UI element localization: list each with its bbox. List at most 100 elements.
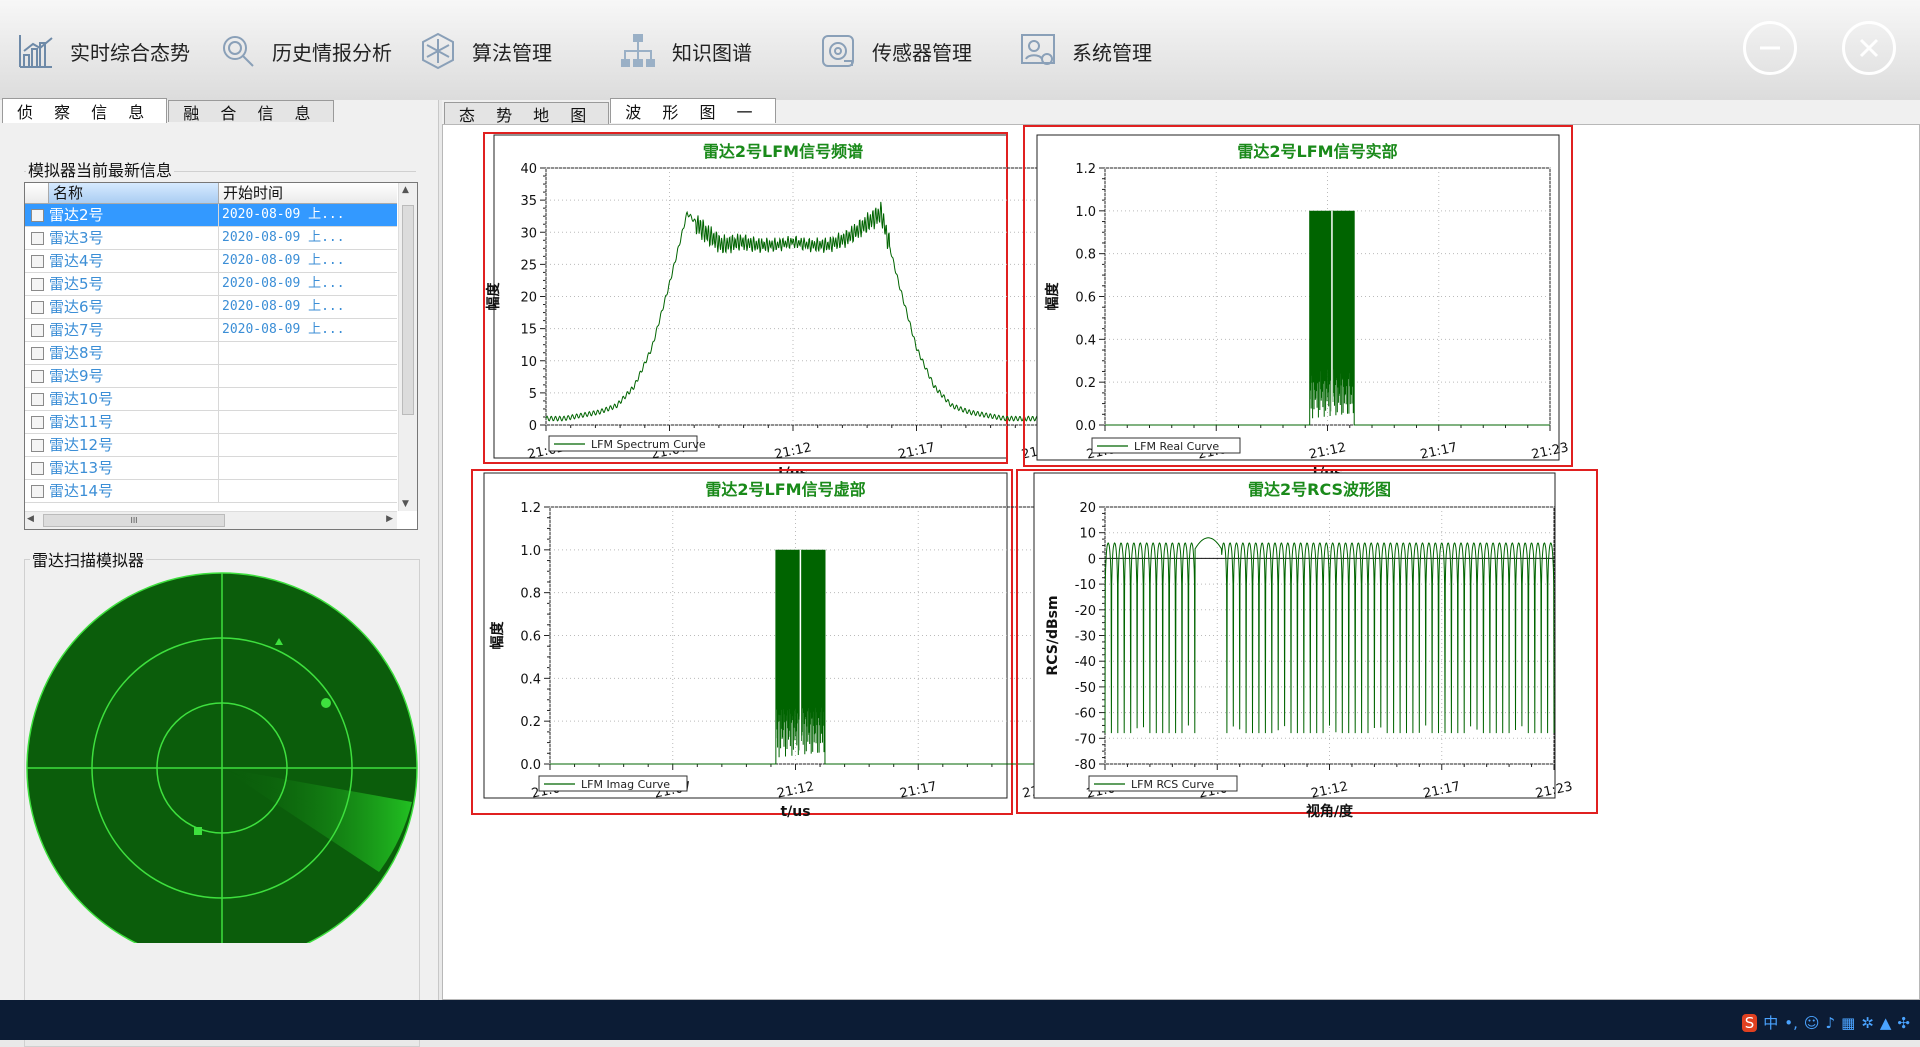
tab-fusion-info[interactable]: 融 合 信 息 [168, 100, 334, 123]
y-tick-label: 40 [520, 162, 537, 177]
y-axis-label: 幅度 [489, 621, 506, 650]
close-circle-icon [1859, 38, 1879, 58]
table-row[interactable]: 雷达4号 2020-08-09 上... [25, 250, 397, 273]
toolbar-realtime-situation[interactable]: 实时综合态势 [14, 26, 190, 76]
row-checkbox[interactable] [25, 388, 49, 410]
row-name: 雷达13号 [49, 457, 219, 479]
y-tick-label: 20 [1079, 501, 1096, 516]
chart-title: 雷达2号LFM信号实部 [1237, 142, 1397, 161]
scroll-left-arrow-icon[interactable]: ◀ [27, 514, 34, 524]
row-checkbox[interactable] [25, 273, 49, 295]
scroll-right-arrow-icon[interactable]: ▶ [386, 514, 393, 524]
table-row[interactable]: 雷达6号 2020-08-09 上... [25, 296, 397, 319]
toolbar-system-management[interactable]: 系统管理 [1016, 26, 1152, 76]
scroll-down-arrow-icon[interactable]: ▼ [402, 499, 409, 509]
system-settings-icon [1016, 29, 1060, 73]
y-tick-label: 0.0 [1075, 419, 1096, 434]
row-checkbox[interactable] [25, 204, 49, 226]
table-row[interactable]: 雷达8号 [25, 342, 397, 365]
tools-icon[interactable]: ✣ [1897, 1014, 1910, 1032]
table-row[interactable]: 雷达7号 2020-08-09 上... [25, 319, 397, 342]
toolbar-algorithm-management[interactable]: 算法管理 [416, 26, 552, 76]
toolbar-sensor-management[interactable]: 传感器管理 [816, 26, 972, 76]
y-tick-label: 0.8 [520, 587, 541, 602]
y-tick-label: 15 [520, 323, 537, 338]
row-checkbox[interactable] [25, 457, 49, 479]
row-checkbox[interactable] [25, 342, 49, 364]
punctuation-icon[interactable]: •, [1784, 1014, 1798, 1032]
system-tray: S 中 •, ☺ ♪ ▦ ✲ ▲ ✣ [1741, 1012, 1910, 1033]
main-tab-bar: 态 势 地 图 波 形 图 一 [442, 98, 777, 125]
tab-recon-info[interactable]: 侦 察 信 息 [2, 98, 168, 123]
row-checkbox[interactable] [25, 319, 49, 341]
y-tick-label: -30 [1075, 630, 1096, 645]
table-row[interactable]: 雷达13号 [25, 457, 397, 480]
tab-waveform-1[interactable]: 波 形 图 一 [610, 98, 776, 123]
row-checkbox[interactable] [25, 411, 49, 433]
row-name: 雷达10号 [49, 388, 219, 410]
legend-label: LFM Real Curve [1134, 440, 1219, 453]
chart-frame [1036, 134, 1560, 461]
row-checkbox[interactable] [25, 250, 49, 272]
x-axis-label: 视角/度 [1306, 803, 1354, 820]
taskbar: S 中 •, ☺ ♪ ▦ ✲ ▲ ✣ [0, 1000, 1920, 1040]
list-header: 名称 开始时间 [25, 183, 397, 204]
table-row[interactable]: 雷达11号 [25, 411, 397, 434]
tray-settings-icon[interactable]: ✲ [1861, 1014, 1874, 1032]
snowflake-icon [416, 29, 460, 73]
toolbar-knowledge-graph[interactable]: 知识图谱 [616, 26, 752, 76]
main-panel: 态 势 地 图 波 形 图 一 雷达2号LFM信号频谱 0 5 10 15 20 25 30 3… [442, 98, 1920, 1000]
scroll-up-arrow-icon[interactable]: ▲ [402, 185, 409, 195]
row-checkbox[interactable] [25, 227, 49, 249]
scroll-thumb[interactable] [402, 205, 414, 415]
tab-situation-map[interactable]: 态 势 地 图 [444, 102, 610, 125]
minimize-button[interactable] [1743, 21, 1797, 75]
close-button[interactable] [1842, 21, 1896, 75]
column-name-header[interactable]: 名称 [49, 183, 219, 203]
row-checkbox[interactable] [25, 296, 49, 318]
column-start-time-header[interactable]: 开始时间 [219, 183, 397, 203]
simulator-list[interactable]: 名称 开始时间 雷达2号 2020-08-09 上... 雷达3号 2020-08-0… [24, 182, 418, 530]
row-start-time [219, 411, 397, 433]
table-row[interactable]: 雷达12号 [25, 434, 397, 457]
y-tick-label: 0.2 [1075, 376, 1096, 391]
row-name: 雷达4号 [49, 250, 219, 272]
vertical-scrollbar[interactable]: ▲ ▼ [398, 183, 417, 511]
horizontal-scrollbar[interactable]: ◀ III ▶ [25, 511, 397, 529]
keyboard-icon[interactable]: ▦ [1841, 1014, 1855, 1032]
y-axis-label: 幅度 [1044, 282, 1061, 311]
skin-icon[interactable]: ▲ [1880, 1014, 1892, 1032]
input-method-icon[interactable]: S [1741, 1013, 1758, 1032]
row-start-time: 2020-08-09 上... [222, 230, 345, 245]
y-tick-label: 10 [520, 355, 537, 370]
emoji-icon[interactable]: ☺ [1804, 1014, 1820, 1032]
waveform-area: 雷达2号LFM信号频谱051015202530354021:0221:0721:… [442, 124, 1920, 1000]
row-checkbox[interactable] [25, 480, 49, 502]
table-row[interactable]: 雷达5号 2020-08-09 上... [25, 273, 397, 296]
top-toolbar: 实时综合态势 历史情报分析 算法管理 知识图谱 传感器管理 系统管理 [0, 0, 1920, 100]
table-row[interactable]: 雷达9号 [25, 365, 397, 388]
row-checkbox[interactable] [25, 365, 49, 387]
magnify-icon [216, 29, 260, 73]
y-tick-label: 0.6 [520, 630, 541, 645]
y-tick-label: 35 [520, 194, 537, 209]
row-name: 雷达9号 [49, 365, 219, 387]
row-checkbox[interactable] [25, 434, 49, 456]
hscroll-thumb[interactable]: III [43, 514, 225, 527]
table-row[interactable]: 雷达14号 [25, 480, 397, 503]
row-start-time [219, 342, 397, 364]
row-name: 雷达11号 [49, 411, 219, 433]
chart-title: 雷达2号RCS波形图 [1248, 480, 1391, 499]
toolbar-history-analysis[interactable]: 历史情报分析 [216, 26, 392, 76]
table-row[interactable]: 雷达3号 2020-08-09 上... [25, 227, 397, 250]
chart-title: 雷达2号LFM信号虚部 [705, 480, 865, 499]
microphone-icon[interactable]: ♪ [1826, 1014, 1836, 1032]
y-tick-label: -10 [1075, 578, 1096, 593]
y-tick-label: 0.4 [520, 672, 541, 687]
table-row[interactable]: 雷达10号 [25, 388, 397, 411]
table-row[interactable]: 雷达2号 2020-08-09 上... [25, 204, 397, 227]
toolbar-label: 历史情报分析 [272, 40, 392, 65]
language-icon[interactable]: 中 [1763, 1012, 1778, 1033]
y-tick-label: 1.2 [1075, 162, 1096, 177]
waveform-charts: 雷达2号LFM信号频谱051015202530354021:0221:0721:… [471, 125, 1598, 820]
